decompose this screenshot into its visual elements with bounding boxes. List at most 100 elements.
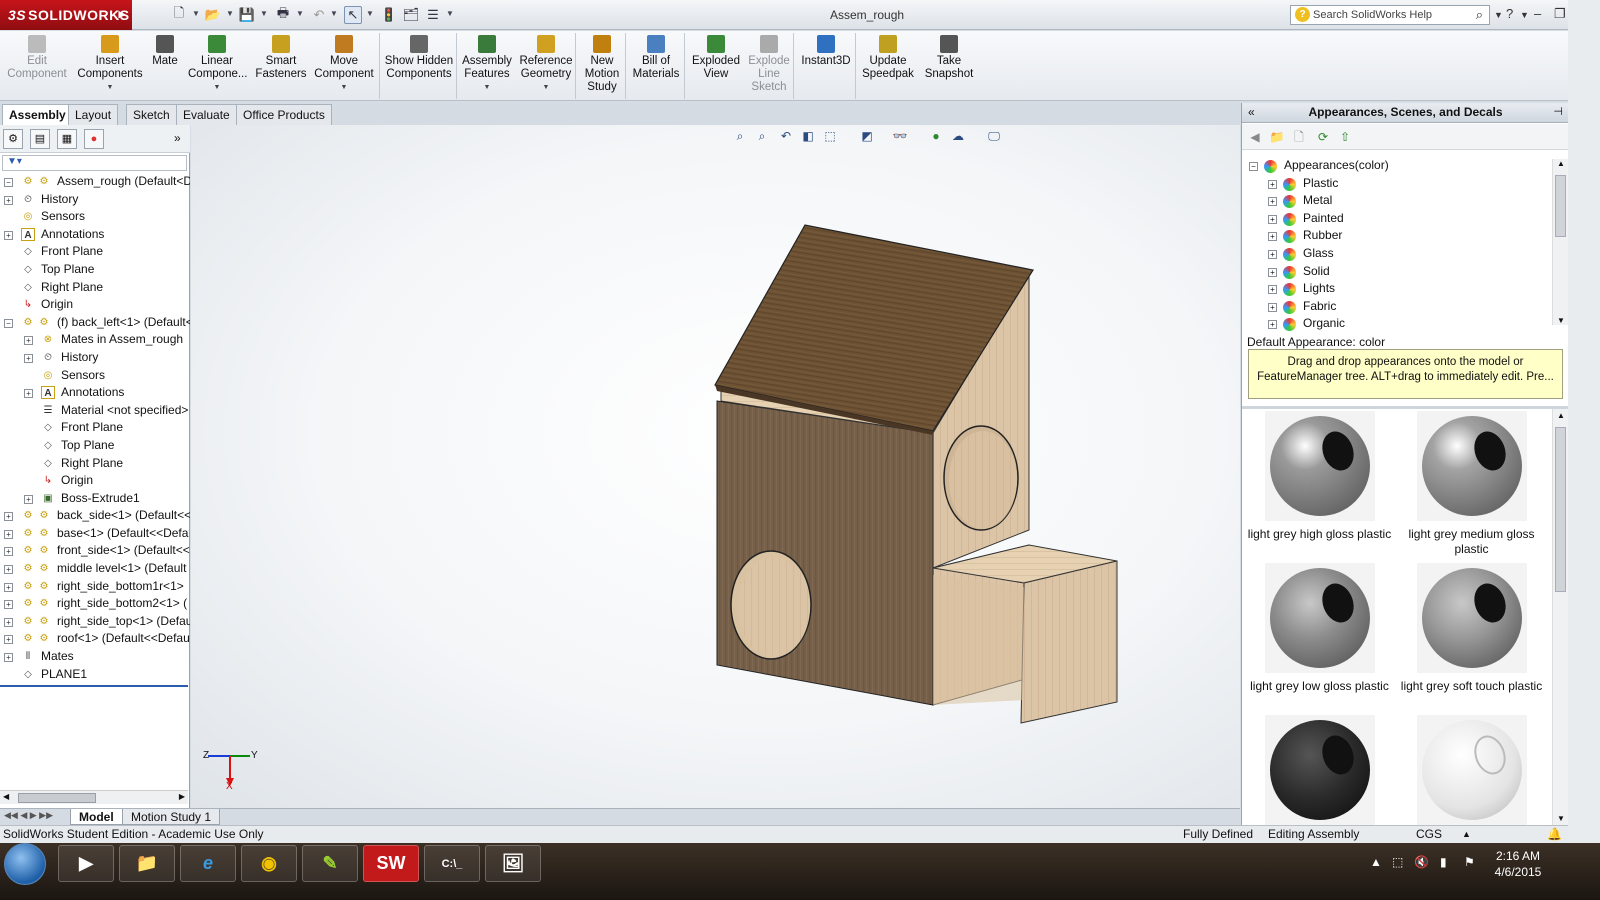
expand-panel-icon[interactable]: » — [174, 131, 181, 145]
chrome-icon[interactable]: ◉ — [241, 845, 297, 882]
feature-tree-item[interactable]: ◇ Right Plane — [0, 279, 190, 297]
save-icon[interactable]: 💾 — [238, 6, 256, 24]
expand-icon[interactable]: + — [1268, 285, 1277, 295]
scrollbar-thumb[interactable] — [18, 793, 96, 803]
notification-icon[interactable]: 🔔 — [1547, 826, 1562, 843]
feature-tree-item[interactable]: + ▣ Boss-Extrude1 — [0, 490, 190, 508]
feature-tree-item[interactable]: + ⚙ ⚙ right_side_bottom1r<1> — [0, 578, 190, 596]
appearance-category[interactable]: + Plastic — [1242, 175, 1552, 193]
feature-tree-item[interactable]: + ⊗ Mates in Assem_rough — [0, 331, 190, 349]
appearance-swatch[interactable] — [1394, 715, 1549, 825]
open-dropdown-icon[interactable]: ▼ — [226, 9, 234, 18]
edit-component-button[interactable]: Edit Component — [2, 33, 72, 99]
appearances-tree-scrollbar[interactable]: ▲ ▼ — [1552, 159, 1568, 325]
expand-icon[interactable]: + — [1268, 232, 1277, 242]
feature-tree-item[interactable]: ↳ Origin — [0, 472, 190, 490]
tab-sketch[interactable]: Sketch — [126, 104, 177, 125]
expand-icon[interactable]: + — [1268, 249, 1277, 259]
tab-motion-study-1[interactable]: Motion Study 1 — [122, 809, 221, 825]
dropdown-arrow-icon[interactable]: ▼ — [188, 81, 246, 94]
up-level-icon[interactable]: ⇧ — [1336, 128, 1354, 146]
expand-icon[interactable]: + — [24, 353, 33, 363]
expand-icon[interactable]: + — [4, 600, 13, 610]
feature-tree-item[interactable]: ◇ Right Plane — [0, 455, 190, 473]
tab-layout[interactable]: Layout — [68, 104, 119, 125]
assembly-model[interactable] — [191, 125, 1240, 808]
feature-tree-item[interactable]: + ⚙ ⚙ front_side<1> (Default<< — [0, 542, 190, 560]
expand-icon[interactable]: + — [4, 195, 13, 205]
rebuild-traffic-light-icon[interactable]: 🚦 — [380, 6, 398, 24]
open-folder-icon[interactable]: 📂 — [204, 6, 222, 24]
add-folder-icon[interactable]: 📁 — [1268, 128, 1286, 146]
scrollbar-thumb[interactable] — [1555, 427, 1566, 592]
feature-tree-item[interactable]: + ⚙ ⚙ base<1> (Default<<Defa — [0, 525, 190, 543]
appearance-category[interactable]: + Rubber — [1242, 227, 1552, 245]
expand-icon[interactable]: + — [4, 617, 13, 627]
expand-icon[interactable]: + — [4, 547, 13, 557]
select-dropdown-icon[interactable]: ▼ — [366, 9, 374, 18]
tray-network-icon[interactable]: ▮ — [1440, 855, 1447, 869]
configuration-manager-tab-icon[interactable]: ▦ — [57, 129, 77, 149]
expand-icon[interactable]: + — [4, 529, 13, 539]
expand-icon[interactable]: + — [1268, 267, 1277, 277]
mate-button[interactable]: Mate — [146, 33, 184, 99]
appearance-swatch[interactable]: light grey soft touch plastic — [1394, 563, 1549, 694]
search-input[interactable]: ? Search SolidWorks Help ⌕ — [1290, 5, 1490, 25]
media-player-icon[interactable]: ▶ — [58, 845, 114, 882]
add-file-icon[interactable]: 🗋 — [1290, 128, 1308, 146]
appearance-category[interactable]: + Organic — [1242, 315, 1552, 333]
expand-icon[interactable]: + — [24, 389, 33, 399]
expand-icon[interactable]: + — [4, 653, 13, 663]
file-explorer-icon[interactable]: 📁 — [119, 845, 175, 882]
feature-tree-item[interactable]: ↳ Origin — [0, 296, 190, 314]
pin-icon[interactable]: ⊣ — [1553, 103, 1563, 122]
smart-fasteners-button[interactable]: Smart Fasteners — [252, 33, 310, 99]
feature-tree-item[interactable]: + A Annotations — [0, 384, 190, 402]
take-snapshot-button[interactable]: Take Snapshot — [920, 33, 978, 99]
appearance-category[interactable]: − Appearances(color) — [1242, 157, 1552, 175]
feature-tree-item[interactable]: ◎ Sensors — [0, 208, 190, 226]
feature-tree-item[interactable]: + ⚙ ⚙ back_side<1> (Default<< — [0, 507, 190, 525]
appearance-category[interactable]: + Lights — [1242, 280, 1552, 298]
new-motion-study-button[interactable]: New Motion Study — [580, 33, 624, 99]
tray-app-icon[interactable]: ⬚ — [1392, 855, 1403, 869]
solidworks-menu-button[interactable]: 3S SOLIDWORKS ▶ — [0, 0, 132, 30]
feature-tree-item[interactable]: ◎ Sensors — [0, 367, 190, 385]
exploded-view-button[interactable]: Exploded View — [688, 33, 744, 99]
feature-tree-item[interactable]: + ⏲ History — [0, 191, 190, 209]
expand-icon[interactable]: + — [4, 230, 13, 240]
tab-assembly[interactable]: Assembly — [2, 104, 73, 125]
show-hidden-components-button[interactable]: Show Hidden Components — [382, 33, 456, 99]
collapse-icon[interactable]: − — [4, 178, 13, 187]
print-dropdown-icon[interactable]: ▼ — [296, 9, 304, 18]
dropdown-arrow-icon[interactable]: ▼ — [310, 81, 378, 94]
unit-system[interactable]: CGS — [1416, 826, 1442, 843]
expand-icon[interactable]: + — [24, 494, 33, 504]
save-dropdown-icon[interactable]: ▼ — [260, 9, 268, 18]
appearance-category[interactable]: + Fabric — [1242, 298, 1552, 316]
feature-tree-item[interactable]: + ⚙ ⚙ right_side_top<1> (Defau — [0, 613, 190, 631]
tab-evaluate[interactable]: Evaluate — [176, 104, 237, 125]
feature-tree-item[interactable]: + ⚙ ⚙ right_side_bottom2<1> ( — [0, 595, 190, 613]
screenshot-viewer-icon[interactable]: 🖼 — [485, 845, 541, 882]
appearance-swatch[interactable]: light grey medium gloss plastic — [1394, 411, 1549, 557]
display-manager-tab-icon[interactable]: ● — [84, 129, 104, 149]
linear-component-pattern-button[interactable]: Linear Compone... ▼ — [188, 33, 247, 99]
options-icon[interactable]: ☰ — [424, 6, 442, 24]
feature-manager-tab-icon[interactable]: ⚙ — [3, 129, 23, 149]
appearance-category[interactable]: + Glass — [1242, 245, 1552, 263]
expand-icon[interactable]: + — [4, 582, 13, 592]
feature-tree-item[interactable]: ◇ Front Plane — [0, 243, 190, 261]
appearance-swatch[interactable]: light grey low gloss plastic — [1242, 563, 1397, 694]
instant3d-button[interactable]: Instant3D — [798, 33, 854, 99]
feature-tree-item[interactable]: ◇ PLANE1 — [0, 666, 190, 684]
tray-volume-icon[interactable]: 🔇 — [1414, 855, 1429, 869]
tray-flag-icon[interactable]: ⚑ — [1464, 855, 1475, 869]
expand-icon[interactable]: + — [24, 336, 33, 346]
solidworks-taskbar-icon[interactable]: SW — [363, 845, 419, 882]
file-properties-icon[interactable]: 🗂 — [402, 6, 420, 24]
print-icon[interactable]: 🖶 — [274, 5, 292, 24]
dropdown-arrow-icon[interactable]: ▼ — [460, 81, 514, 94]
explode-line-sketch-button[interactable]: Explode Line Sketch — [744, 33, 794, 99]
bill-of-materials-button[interactable]: Bill of Materials — [628, 33, 684, 99]
